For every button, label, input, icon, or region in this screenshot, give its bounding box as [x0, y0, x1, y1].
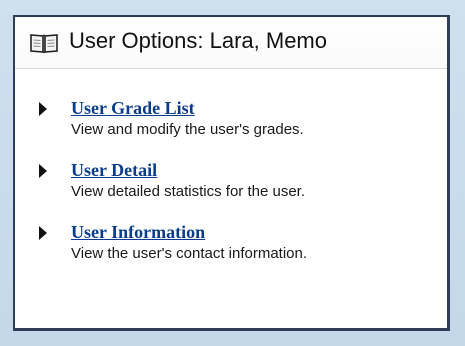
user-information-link[interactable]: User Information — [71, 222, 205, 243]
list-item-user-grade-list: User Grade List View and modify the user… — [15, 98, 447, 161]
user-information-description: View the user's contact information. — [71, 245, 308, 262]
list-item-user-information: User Information View the user's contact… — [15, 222, 447, 285]
panel-title: User Options: Lara, Memo — [69, 28, 327, 53]
user-options-panel: User Options: Lara, Memo User Grade List… — [13, 15, 450, 331]
panel-header: User Options: Lara, Memo — [15, 17, 447, 69]
triangle-bullet-icon — [39, 164, 47, 178]
triangle-bullet-icon — [39, 102, 47, 116]
user-detail-link[interactable]: User Detail — [71, 160, 157, 181]
open-book-icon — [30, 34, 58, 54]
list-item-user-detail: User Detail View detailed statistics for… — [15, 160, 447, 223]
user-options-list: User Grade List View and modify the user… — [15, 98, 447, 285]
user-detail-description: View detailed statistics for the user. — [71, 183, 306, 200]
user-grade-list-description: View and modify the user's grades. — [71, 121, 304, 138]
triangle-bullet-icon — [39, 226, 47, 240]
page-background: User Options: Lara, Memo User Grade List… — [0, 0, 465, 346]
user-grade-list-link[interactable]: User Grade List — [71, 98, 195, 119]
